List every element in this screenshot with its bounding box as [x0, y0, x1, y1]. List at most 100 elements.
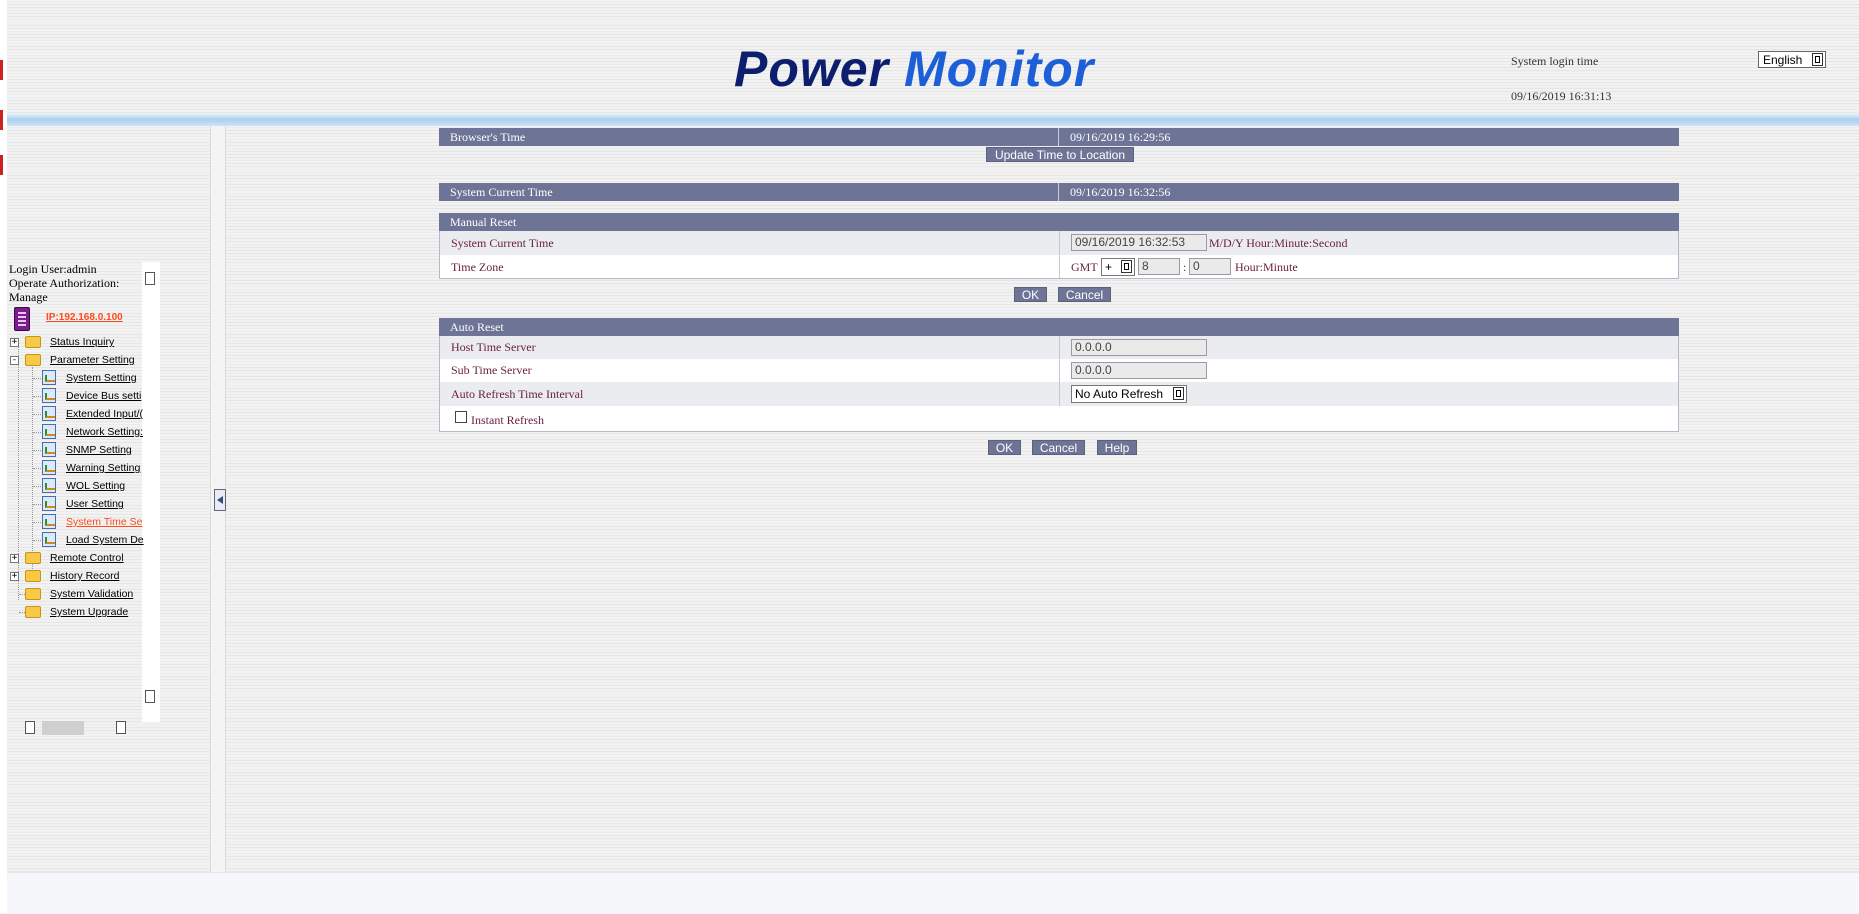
folder-icon: [25, 552, 41, 564]
tree-item-label[interactable]: System Time Se: [66, 513, 142, 531]
manual-cancel-button[interactable]: Cancel: [1058, 287, 1111, 302]
sidebar-horizontal-scroll-thumb[interactable]: [42, 721, 84, 735]
logo-word-power: Power: [734, 41, 890, 97]
folder-icon: [25, 570, 41, 582]
timezone-format-hint: Hour:Minute: [1235, 260, 1298, 274]
language-select-value: English: [1763, 53, 1803, 67]
manual-ok-button[interactable]: OK: [1014, 287, 1047, 302]
tree-item-label[interactable]: Extended Input/(: [66, 405, 143, 423]
host-time-server-input[interactable]: 0.0.0.0: [1071, 339, 1207, 356]
tree-branch: [33, 414, 41, 415]
folder-icon: [25, 588, 41, 600]
scroll-down-icon[interactable]: [145, 690, 155, 703]
chevron-down-icon[interactable]: [1812, 53, 1823, 66]
expand-icon[interactable]: +: [10, 572, 19, 581]
timezone-minute-input[interactable]: 0: [1189, 258, 1231, 275]
auto-reset-header: Auto Reset: [439, 318, 1679, 336]
logo-word-monitor: Monitor: [903, 41, 1095, 97]
tree-item-label[interactable]: System Setting: [66, 369, 137, 387]
settings-page-icon: [42, 406, 56, 421]
tree-item-label[interactable]: SNMP Setting: [66, 441, 132, 459]
tree-item-label[interactable]: Load System De: [66, 531, 144, 549]
scroll-left-icon[interactable]: [25, 721, 35, 734]
auto-reset-panel: Auto Reset Host Time Server 0.0.0.0 Sub …: [439, 318, 1679, 432]
auto-refresh-interval-value: No Auto Refresh: [1075, 387, 1164, 401]
tree-item-label[interactable]: System Upgrade: [50, 603, 128, 621]
column-divider: [1059, 382, 1060, 406]
column-divider: [1059, 255, 1060, 278]
tree-branch: [33, 468, 41, 469]
gmt-sign-value: +: [1105, 260, 1113, 274]
system-time-value: 09/16/2019 16:32:56: [1070, 185, 1171, 199]
tree-branch: [33, 396, 41, 397]
collapse-sidebar-button[interactable]: [214, 489, 226, 511]
tree-item-label[interactable]: WOL Setting: [66, 477, 125, 495]
time-zone-label: Time Zone: [451, 260, 504, 274]
auto-cancel-button[interactable]: Cancel: [1032, 440, 1085, 455]
tree-branch: [33, 378, 41, 379]
edge-marker: [0, 155, 3, 175]
tree-item-label[interactable]: Parameter Setting: [50, 351, 135, 369]
system-current-time-input[interactable]: 09/16/2019 16:32:53: [1071, 234, 1207, 251]
sub-time-server-input[interactable]: 0.0.0.0: [1071, 362, 1207, 379]
language-select[interactable]: English: [1758, 51, 1826, 68]
instant-refresh-row: Instant Refresh: [439, 406, 1679, 432]
device-ip-link[interactable]: IP:192.168.0.100: [46, 312, 123, 323]
tree-item-label[interactable]: Device Bus setti: [66, 387, 141, 405]
collapse-icon[interactable]: -: [10, 356, 19, 365]
expand-icon[interactable]: +: [10, 554, 19, 563]
manual-reset-panel: Manual Reset System Current Time 09/16/2…: [439, 213, 1679, 279]
login-time-label: System login time: [1511, 54, 1599, 68]
tree-item-label[interactable]: Remote Control: [50, 549, 124, 567]
auto-refresh-interval-select[interactable]: No Auto Refresh: [1071, 385, 1187, 403]
host-time-server-row: Host Time Server 0.0.0.0: [439, 336, 1679, 359]
timezone-colon: :: [1183, 260, 1187, 274]
edge-marker: [0, 110, 3, 130]
settings-page-icon: [42, 388, 56, 403]
login-user: Login User:admin: [9, 262, 97, 276]
manual-current-time-row: System Current Time 09/16/2019 16:32:53 …: [439, 231, 1679, 255]
tree-branch: [33, 522, 41, 523]
tree-item-label[interactable]: Warning Setting: [66, 459, 140, 477]
auto-ok-button[interactable]: OK: [988, 440, 1021, 455]
manual-reset-header: Manual Reset: [439, 213, 1679, 231]
chevron-down-icon[interactable]: [1121, 260, 1132, 273]
time-zone-row: Time Zone GMT + 8 : 0 Hour:Minute: [439, 255, 1679, 279]
user-info: Login User:admin Operate Authorization: …: [9, 262, 149, 304]
operate-authorization-label: Operate Authorization:: [9, 276, 120, 290]
tree-branch: [33, 486, 41, 487]
edge-marker: [0, 60, 3, 80]
settings-page-icon: [42, 370, 56, 385]
tree-item-label[interactable]: User Setting: [66, 495, 124, 513]
system-time-row: System Current Time 09/16/2019 16:32:56: [439, 183, 1679, 201]
chevron-down-icon[interactable]: [1173, 387, 1184, 400]
settings-page-icon: [42, 460, 56, 475]
tree-item-label[interactable]: Status Inquiry: [50, 333, 114, 351]
browser-time-value: 09/16/2019 16:29:56: [1070, 130, 1171, 144]
time-format-hint: M/D/Y Hour:Minute:Second: [1209, 236, 1348, 250]
tree-branch: [33, 450, 41, 451]
tree-item-label[interactable]: Network Setting:: [66, 423, 143, 441]
settings-page-icon: [42, 496, 56, 511]
timezone-hour-input[interactable]: 8: [1138, 258, 1180, 275]
folder-open-icon: [25, 354, 41, 366]
settings-page-icon: [42, 532, 56, 547]
tree-branch: [33, 432, 41, 433]
scroll-right-icon[interactable]: [116, 721, 126, 734]
auto-refresh-interval-label: Auto Refresh Time Interval: [451, 387, 584, 401]
header-divider-bar: [7, 114, 1859, 126]
tree-branch: [33, 504, 41, 505]
folder-icon: [25, 606, 41, 618]
server-icon: [14, 307, 30, 331]
settings-page-icon: [42, 424, 56, 439]
browser-time-row: Browser's Time 09/16/2019 16:29:56: [439, 128, 1679, 146]
help-button[interactable]: Help: [1097, 440, 1137, 455]
instant-refresh-checkbox[interactable]: [455, 411, 467, 423]
update-time-to-location-button[interactable]: Update Time to Location: [986, 147, 1134, 162]
folder-icon: [25, 336, 41, 348]
tree-item-label[interactable]: History Record: [50, 567, 119, 585]
tree-item-label[interactable]: System Validation: [50, 585, 133, 603]
expand-icon[interactable]: +: [10, 338, 19, 347]
column-divider: [1058, 183, 1059, 201]
gmt-sign-select[interactable]: +: [1101, 258, 1135, 276]
